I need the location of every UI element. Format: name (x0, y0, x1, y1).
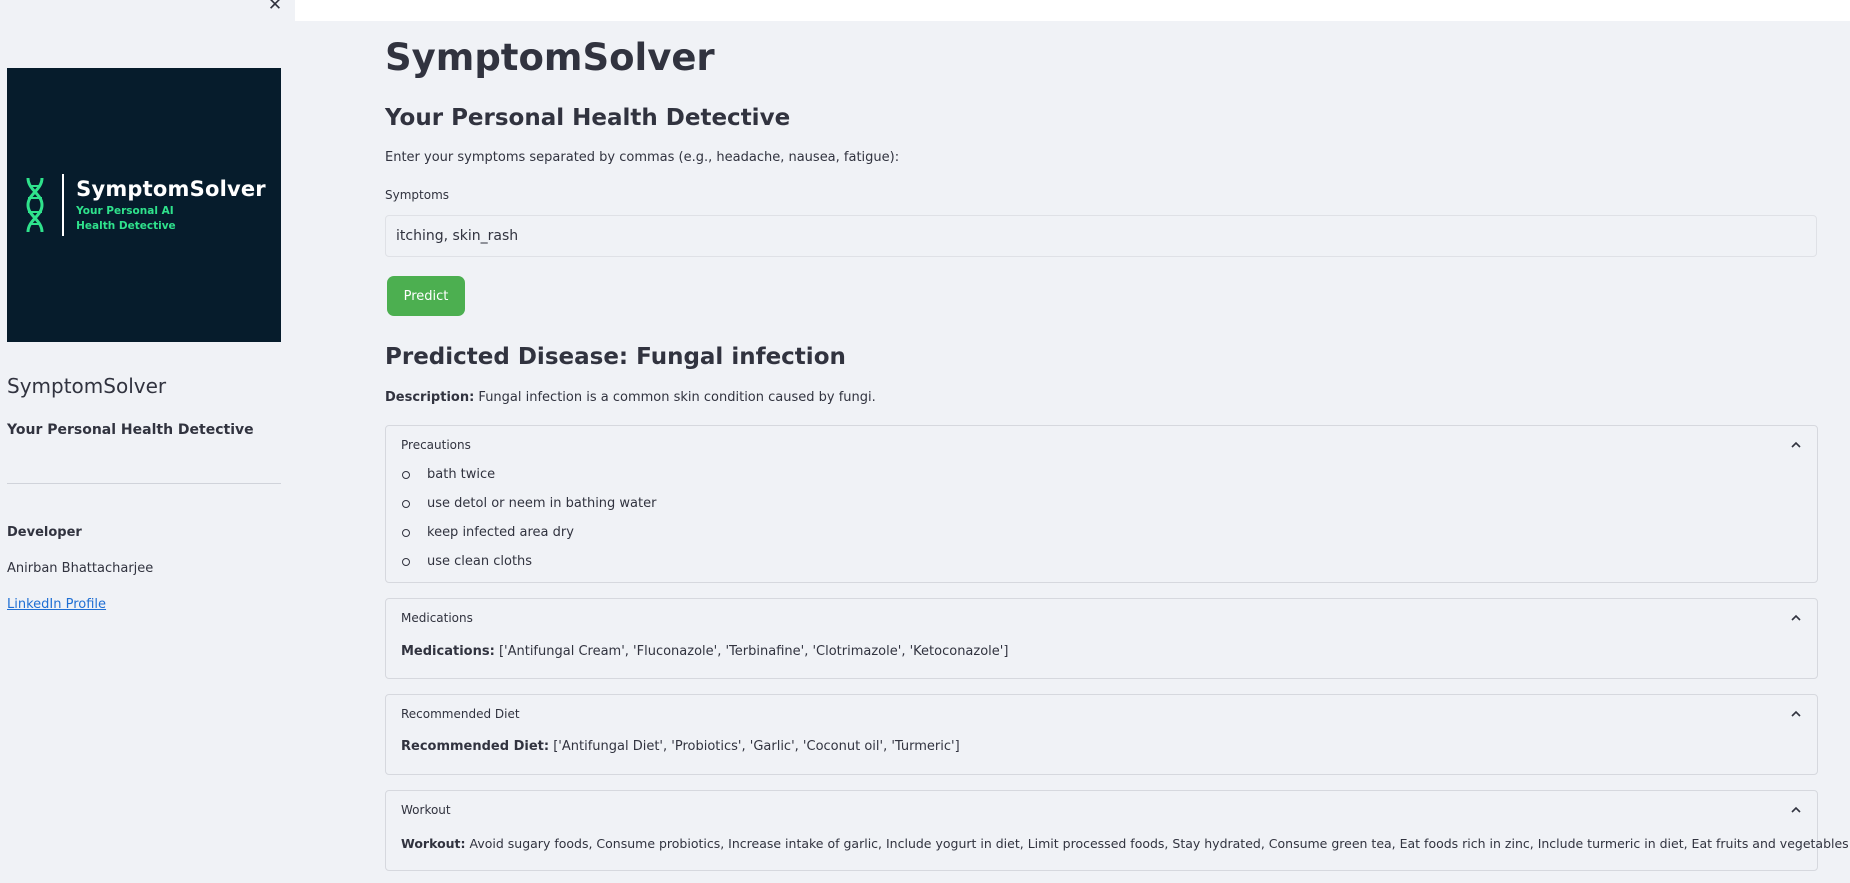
diet-header[interactable]: Recommended Diet (401, 707, 520, 721)
symptoms-input[interactable] (385, 215, 1817, 257)
sidebar-title: SymptomSolver (7, 374, 167, 398)
chevron-up-icon[interactable] (1789, 803, 1803, 817)
chevron-up-icon[interactable] (1789, 611, 1803, 625)
medications-label: Medications: (401, 644, 495, 659)
medications-content: Medications: ['Antifungal Cream', 'Fluco… (401, 644, 1008, 659)
list-item: bath twice (401, 466, 656, 495)
diet-expander: Recommended Diet Recommended Diet: ['Ant… (385, 694, 1818, 775)
sidebar-subtitle: Your Personal Health Detective (7, 422, 254, 438)
logo-subtitle: Your Personal AI Health Detective (76, 204, 176, 232)
chevron-up-icon[interactable] (1789, 438, 1803, 452)
workout-expander: Workout Workout: Avoid sugary foods, Con… (385, 790, 1849, 871)
developer-name: Anirban Bhattacharjee (7, 561, 154, 576)
logo-divider (62, 174, 65, 236)
workout-content: Workout: Avoid sugary foods, Consume pro… (401, 836, 1849, 851)
app-logo: SymptomSolver Your Personal AI Health De… (7, 68, 281, 342)
medications-header[interactable]: Medications (401, 611, 473, 625)
instruction-text: Enter your symptoms separated by commas … (385, 150, 900, 165)
diet-content: Recommended Diet: ['Antifungal Diet', 'P… (401, 739, 960, 754)
linkedin-link[interactable]: LinkedIn Profile (7, 597, 106, 612)
diet-label: Recommended Diet: (401, 739, 550, 754)
list-item: use detol or neem in bathing water (401, 495, 656, 524)
developer-label: Developer (7, 525, 82, 540)
chevron-up-icon[interactable] (1789, 707, 1803, 721)
close-sidebar-icon[interactable]: ✕ (266, 0, 284, 14)
page-subtitle: Your Personal Health Detective (385, 105, 791, 131)
page-title: SymptomSolver (385, 36, 715, 79)
description: Description: Fungal infection is a commo… (385, 390, 876, 405)
workout-text: Avoid sugary foods, Consume probiotics, … (469, 836, 1849, 851)
workout-label: Workout: (401, 836, 466, 851)
workout-header[interactable]: Workout (401, 803, 451, 817)
medications-expander: Medications Medications: ['Antifungal Cr… (385, 598, 1818, 679)
sidebar: ✕ SymptomSolver Your Personal AI Health … (0, 0, 295, 883)
top-bar (295, 0, 1850, 21)
logo-title: SymptomSolver (76, 176, 266, 201)
sidebar-divider (7, 483, 281, 484)
description-text: Fungal infection is a common skin condit… (478, 390, 876, 405)
precautions-header[interactable]: Precautions (401, 438, 471, 452)
description-label: Description: (385, 390, 475, 405)
predict-button[interactable]: Predict (387, 276, 465, 316)
list-item: use clean cloths (401, 553, 656, 582)
precautions-expander: Precautions bath twice use detol or neem… (385, 425, 1818, 583)
precautions-list: bath twice use detol or neem in bathing … (401, 466, 656, 582)
diet-text: ['Antifungal Diet', 'Probiotics', 'Garli… (553, 739, 960, 754)
medications-text: ['Antifungal Cream', 'Fluconazole', 'Ter… (498, 644, 1009, 659)
predicted-disease-heading: Predicted Disease: Fungal infection (385, 344, 846, 370)
dna-icon (26, 177, 44, 233)
symptoms-label: Symptoms (385, 188, 450, 202)
list-item: keep infected area dry (401, 524, 656, 553)
